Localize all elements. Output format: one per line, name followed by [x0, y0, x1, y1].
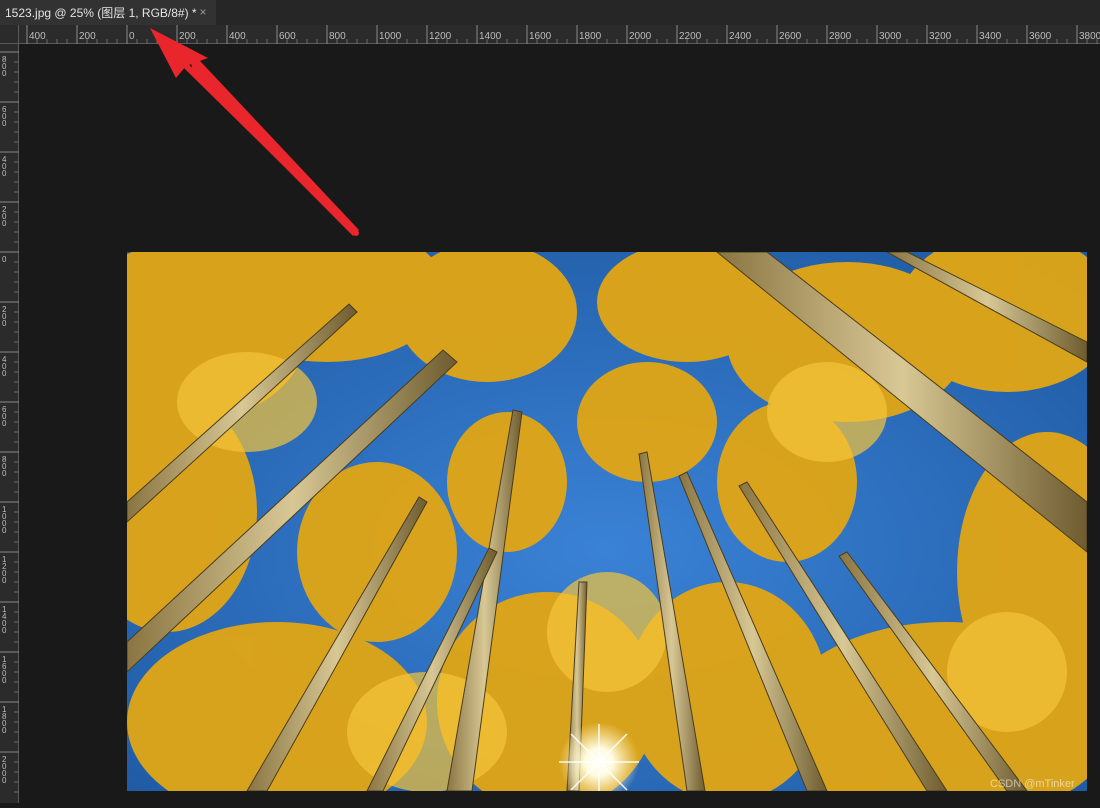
ruler-label: 0 [2, 576, 7, 585]
ruler-label: 1800 [579, 31, 602, 42]
ruler-label: 1200 [429, 31, 452, 42]
ruler-label: 2400 [729, 31, 752, 42]
ruler-label: 3200 [929, 31, 952, 42]
ruler-label: 3000 [879, 31, 902, 42]
horizontal-ruler-ticks: 400 200 0 200 400 600 800 1000 1200 1400 1600 1800 2… [26, 25, 1100, 44]
ruler-label: 3600 [1029, 31, 1052, 42]
document-tab[interactable]: 1523.jpg @ 25% (图层 1, RGB/8#) * × [0, 0, 216, 25]
ruler-label: 0 [2, 526, 7, 535]
document-tab-bar: 1523.jpg @ 25% (图层 1, RGB/8#) * × [0, 0, 1100, 25]
ruler-origin-corner[interactable] [0, 25, 19, 44]
ruler-label: 0 [2, 319, 7, 328]
ruler-label: 0 [2, 119, 7, 128]
ruler-label: 0 [2, 419, 7, 428]
ruler-label: 0 [2, 726, 7, 735]
ruler-label: 0 [2, 676, 7, 685]
ruler-label: 600 [279, 31, 296, 42]
ruler-label: 200 [179, 31, 196, 42]
ruler-label: 1000 [379, 31, 402, 42]
ruler-label: 0 [2, 626, 7, 635]
ruler-label: 0 [2, 369, 7, 378]
document-tab-title: 1523.jpg @ 25% (图层 1, RGB/8#) * [5, 6, 197, 20]
ruler-label: 400 [29, 31, 46, 42]
close-icon[interactable]: × [196, 4, 210, 20]
ruler-label: 2800 [829, 31, 852, 42]
ruler-label: 2600 [779, 31, 802, 42]
ruler-label: 0 [2, 469, 7, 478]
document-image[interactable] [67, 222, 1100, 808]
ruler-label: 3800 [1079, 31, 1100, 42]
ruler-label: 0 [2, 69, 7, 78]
ruler-label: 3400 [979, 31, 1002, 42]
ruler-label: 2200 [679, 31, 702, 42]
photo-aspen-trees-icon [67, 222, 1100, 808]
ruler-label: 0 [2, 255, 7, 264]
vertical-ruler[interactable]: 8006004002000200400600800100012001400160… [0, 44, 19, 803]
watermark-text: CSDN @mTinker [990, 778, 1075, 790]
ruler-label: 200 [79, 31, 96, 42]
ruler-label: 800 [329, 31, 346, 42]
ruler-label: 0 [2, 776, 7, 785]
ruler-label: 1400 [479, 31, 502, 42]
ruler-label: 0 [2, 219, 7, 228]
ruler-label: 0 [2, 169, 7, 178]
ruler-label: 400 [229, 31, 246, 42]
ruler-label: 2000 [629, 31, 652, 42]
ruler-label: 0 [129, 31, 135, 42]
ruler-label: 1600 [529, 31, 552, 42]
vertical-ruler-ticks: 8006004002000200400600800100012001400160… [0, 51, 19, 793]
horizontal-ruler[interactable]: 400 200 0 200 400 600 800 1000 1200 1400 1600 1800 2… [19, 25, 1100, 44]
